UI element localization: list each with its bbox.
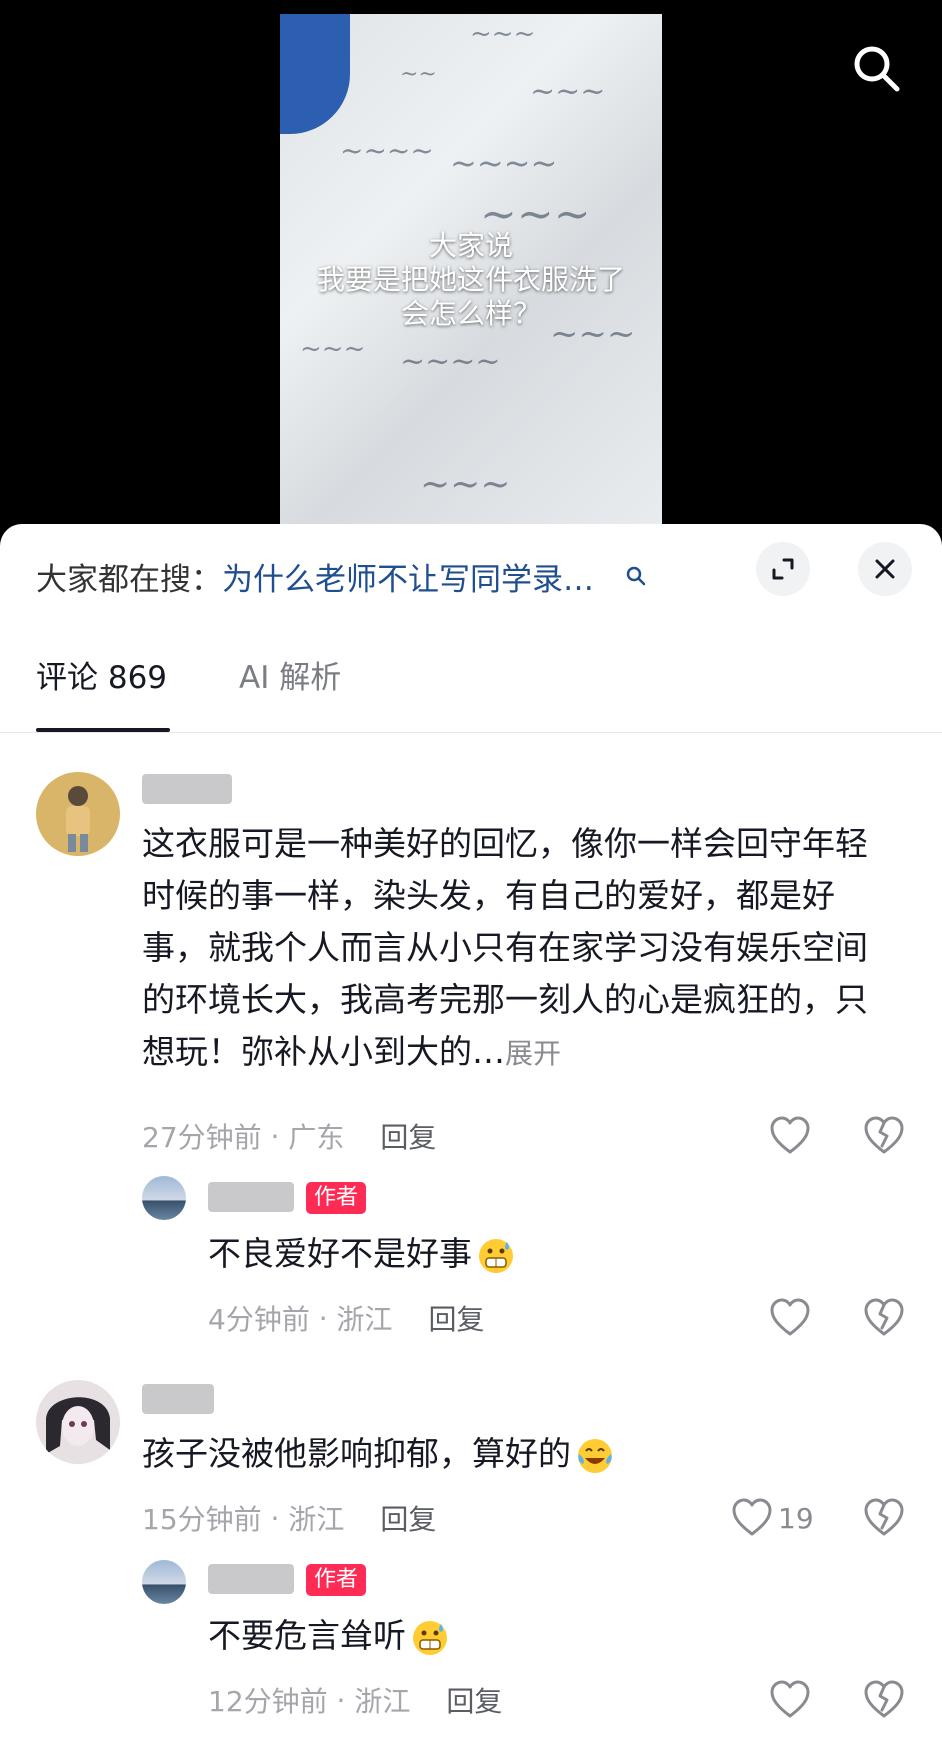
- video-caption-line: 我要是把她这件衣服洗了: [316, 263, 625, 296]
- decorative-signature: ~~~~: [450, 144, 558, 182]
- username-redacted[interactable]: [208, 1182, 294, 1212]
- username-redacted[interactable]: [142, 1384, 214, 1414]
- reply-location: 浙江: [354, 1685, 411, 1718]
- avatar-figure: [66, 786, 90, 852]
- expand-comment-link[interactable]: 展开: [505, 1037, 561, 1070]
- comment-line-last: 想玩！弥补从小到大的…展开: [142, 1026, 868, 1080]
- author-badge: 作者: [306, 1564, 367, 1596]
- reply-button[interactable]: 回复: [380, 1498, 436, 1538]
- decorative-signature: ~~~~: [400, 344, 501, 379]
- reply-button[interactable]: 回复: [446, 1680, 502, 1720]
- comment-text: 孩子没被他影响抑郁，算好的: [142, 1428, 615, 1480]
- crying-laughing-emoji-icon: [578, 1438, 612, 1473]
- comment-meta: 27分钟前 · 广东 回复: [142, 1116, 436, 1156]
- video-blue-patch: [280, 14, 350, 134]
- username-redacted[interactable]: [208, 1564, 294, 1594]
- search-button[interactable]: [848, 40, 904, 96]
- author-badge: 作者: [306, 1182, 367, 1214]
- comment-line: 这衣服可是一种美好的回忆，像你一样会回守年轻: [142, 824, 868, 863]
- reply-text: 不良爱好不是好事: [208, 1228, 516, 1280]
- comment-line: 时候的事一样，染头发，有自己的爱好，都是好: [142, 876, 835, 915]
- tab-ai-analysis[interactable]: AI 解析: [239, 652, 341, 697]
- comment-line: 事，就我个人而言从小只有在家学习没有娱乐空间: [142, 928, 868, 967]
- comment-location: 浙江: [288, 1503, 345, 1536]
- avatar[interactable]: [142, 1560, 186, 1604]
- reply-location: 浙江: [336, 1303, 393, 1336]
- search-icon: [854, 46, 900, 92]
- decorative-signature: ~~: [400, 62, 437, 87]
- comment-line: 想玩！弥补从小到大的…: [142, 1032, 505, 1071]
- search-icon[interactable]: [624, 564, 648, 588]
- video-caption-line: 大家说: [428, 229, 513, 262]
- meta-separator: ·: [261, 1501, 289, 1535]
- username-redacted[interactable]: [142, 774, 232, 804]
- comment-time: 15分钟前: [142, 1503, 262, 1536]
- comment-location: 广东: [288, 1121, 345, 1154]
- expand-icon: [772, 558, 794, 580]
- close-button[interactable]: [858, 542, 912, 596]
- broken-heart-icon[interactable]: [862, 1678, 906, 1722]
- heart-outline-icon[interactable]: [768, 1678, 812, 1722]
- reply-time: 12分钟前: [208, 1685, 328, 1718]
- reply-meta: 12分钟前 · 浙江 回复: [208, 1680, 502, 1720]
- heart-outline-icon[interactable]: [730, 1496, 774, 1540]
- broken-heart-icon[interactable]: [862, 1114, 906, 1158]
- comment-tabs: 评论 869 AI 解析: [36, 644, 413, 704]
- decorative-signature: ~~~: [530, 74, 606, 109]
- close-icon: [875, 559, 895, 579]
- avatar[interactable]: [36, 772, 120, 856]
- meta-separator: ·: [261, 1119, 289, 1153]
- broken-heart-icon[interactable]: [862, 1296, 906, 1340]
- reply-button[interactable]: 回复: [380, 1116, 436, 1156]
- video-player[interactable]: ~~~ ~~ ~~~ ~~~~ ~~~~ ~~~ ~~~ ~~~~ ~~~ ~~…: [0, 0, 942, 540]
- comment-text: 这衣服可是一种美好的回忆，像你一样会回守年轻 时候的事一样，染头发，有自己的爱好…: [142, 818, 868, 1080]
- decorative-signature: ~~~~: [340, 134, 434, 167]
- expand-button[interactable]: [756, 542, 810, 596]
- avatar[interactable]: [36, 1380, 120, 1464]
- broken-heart-icon[interactable]: [862, 1496, 906, 1540]
- comment-line: 孩子没被他影响抑郁，算好的: [142, 1434, 571, 1473]
- decorative-signature: ~~~: [420, 464, 511, 505]
- hot-search-query[interactable]: 为什么老师不让写同学录…: [222, 554, 594, 599]
- reply-time: 4分钟前: [208, 1303, 310, 1336]
- reply-text: 不要危言耸听: [208, 1610, 450, 1662]
- video-caption: 大家说 我要是把她这件衣服洗了 会怎么样？: [280, 229, 662, 331]
- comment-meta: 15分钟前 · 浙江 回复: [142, 1498, 436, 1538]
- decorative-signature: ~~~: [470, 19, 536, 49]
- tab-comments[interactable]: 评论 869: [36, 652, 167, 697]
- avatar-figure: [46, 1397, 110, 1454]
- video-frame: ~~~ ~~ ~~~ ~~~~ ~~~~ ~~~ ~~~ ~~~~ ~~~ ~~…: [280, 14, 662, 530]
- reply-meta: 4分钟前 · 浙江 回复: [208, 1298, 485, 1338]
- decorative-signature: ~~~: [300, 334, 366, 364]
- heart-outline-icon[interactable]: [768, 1296, 812, 1340]
- grimace-sweat-emoji-icon: [479, 1238, 513, 1273]
- reply-text-content: 不要危言耸听: [208, 1616, 406, 1655]
- comment-line: 的环境长大，我高考完那一刻人的心是疯狂的，只: [142, 980, 868, 1019]
- meta-separator: ·: [327, 1683, 355, 1717]
- tabs-divider: [0, 732, 942, 733]
- hot-search-prefix: 大家都在搜：: [36, 561, 222, 598]
- comment-sheet: 大家都在搜： 为什么老师不让写同学录… 评论 869 AI 解析 这衣服可是一种…: [0, 524, 942, 1737]
- heart-outline-icon[interactable]: [768, 1114, 812, 1158]
- meta-separator: ·: [309, 1301, 337, 1335]
- hot-search-bar[interactable]: 大家都在搜： 为什么老师不让写同学录…: [36, 554, 648, 598]
- comment-time: 27分钟前: [142, 1121, 262, 1154]
- avatar[interactable]: [142, 1176, 186, 1220]
- reply-button[interactable]: 回复: [429, 1298, 485, 1338]
- like-count: 19: [778, 1502, 814, 1535]
- grimace-sweat-emoji-icon: [413, 1620, 447, 1655]
- reply-text-content: 不良爱好不是好事: [208, 1234, 472, 1273]
- video-caption-line: 会怎么样？: [400, 297, 541, 330]
